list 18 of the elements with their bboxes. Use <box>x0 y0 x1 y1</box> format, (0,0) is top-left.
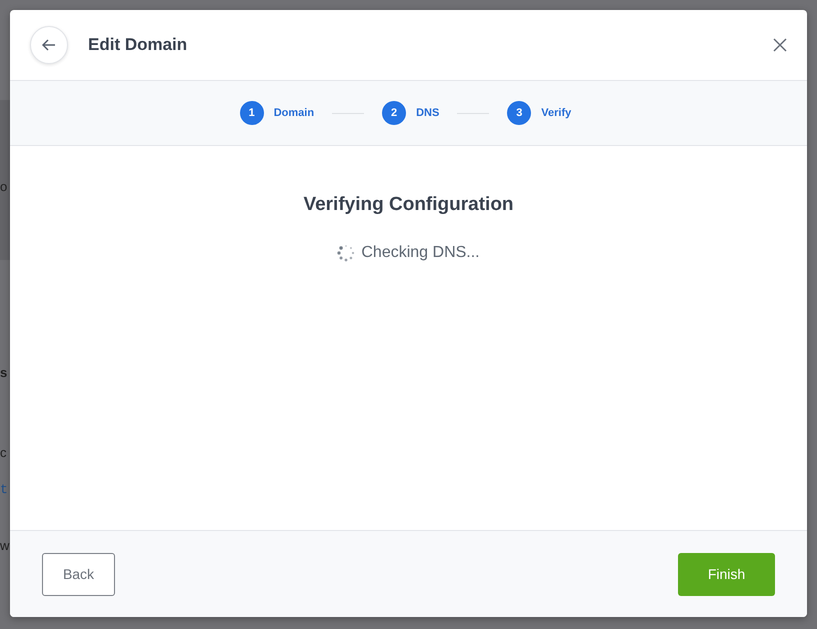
close-icon <box>773 38 787 52</box>
background-text: w <box>0 539 10 552</box>
back-arrow-button[interactable] <box>30 26 68 64</box>
step-tab[interactable]: 3 Verify <box>507 101 572 125</box>
back-button[interactable]: Back <box>42 552 115 596</box>
background-text: o <box>0 180 8 193</box>
background-text: t <box>0 483 8 496</box>
finish-button[interactable]: Finish <box>678 552 775 596</box>
background-text: s <box>0 366 8 379</box>
status-text: Checking DNS... <box>361 244 480 262</box>
step-tab[interactable]: 1 Domain <box>240 101 314 125</box>
step-tab[interactable]: 2 DNS <box>382 101 440 125</box>
close-button[interactable] <box>773 38 787 52</box>
section-heading: Verifying Configuration <box>303 194 514 216</box>
dialog-title: Edit Domain <box>88 35 188 55</box>
spinner-icon <box>337 244 356 262</box>
arrow-left-icon <box>42 39 56 51</box>
background-text: c <box>0 446 6 459</box>
